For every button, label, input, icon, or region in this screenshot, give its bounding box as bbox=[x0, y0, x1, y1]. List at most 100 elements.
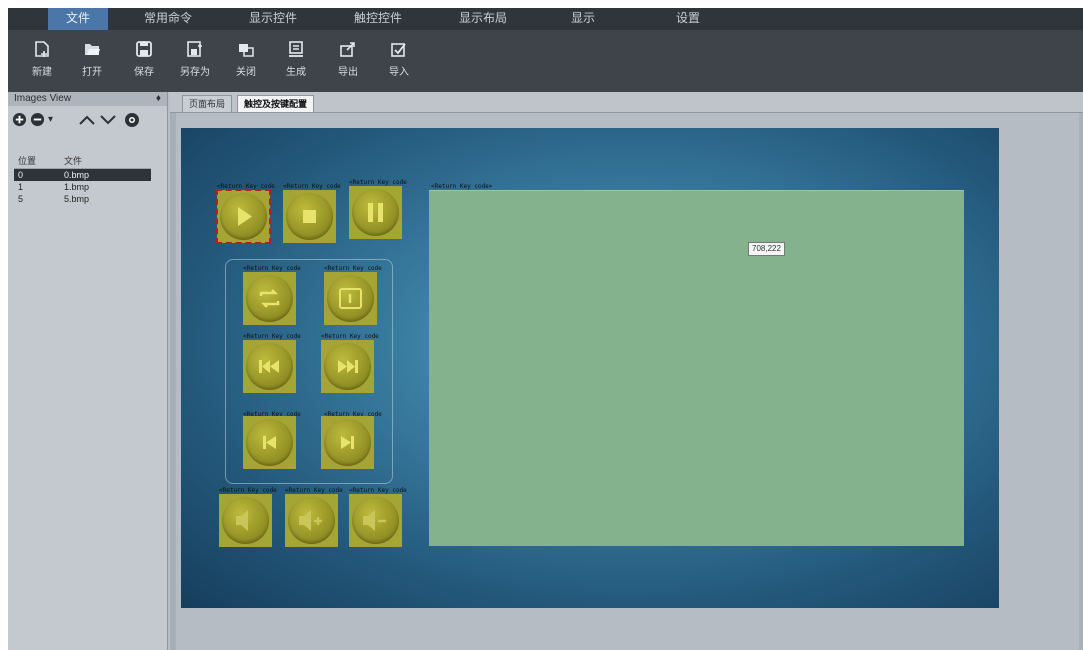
panel-title: Images View bbox=[14, 93, 72, 104]
export-button[interactable]: 导出 bbox=[328, 34, 368, 90]
stop-button[interactable] bbox=[283, 190, 336, 243]
fast-rewind-button-face bbox=[246, 343, 293, 390]
row-file: 5.bmp bbox=[64, 194, 90, 204]
open-label: 打开 bbox=[82, 67, 102, 78]
menu-tab-common-commands[interactable]: 常用命令 bbox=[128, 8, 208, 30]
remove-dropdown-icon[interactable]: ▾ bbox=[48, 110, 53, 130]
menu-tab-touch-controls[interactable]: 触控控件 bbox=[338, 8, 418, 30]
repeat-icon bbox=[259, 289, 280, 308]
export-icon bbox=[340, 42, 355, 57]
repeat-one-button[interactable] bbox=[324, 272, 377, 325]
app-window: 文件 常用命令 显示控件 触控控件 显示布局 显示 设置 新建 打开 保存 另存… bbox=[8, 8, 1083, 650]
save-button[interactable]: 保存 bbox=[124, 34, 164, 90]
play-icon bbox=[238, 207, 252, 226]
vertical-ruler bbox=[170, 113, 176, 650]
panel-header: Images View ♦ bbox=[8, 92, 167, 106]
play-button[interactable] bbox=[216, 189, 271, 244]
generate-button[interactable]: 生成 bbox=[276, 34, 316, 90]
ribbon-toolbar: 新建 打开 保存 另存为 关闭 生成 导出 导入 bbox=[8, 30, 1083, 92]
column-header-position: 位置 bbox=[18, 156, 37, 166]
generate-icon bbox=[289, 41, 303, 57]
save-as-button[interactable]: 另存为 bbox=[175, 34, 215, 90]
row-position: 1 bbox=[18, 182, 24, 192]
generate-label: 生成 bbox=[286, 67, 306, 78]
mute-button-face bbox=[222, 497, 269, 544]
repeat-one-icon bbox=[339, 288, 362, 309]
row-position: 5 bbox=[18, 194, 24, 204]
menu-tab-display-controls[interactable]: 显示控件 bbox=[233, 8, 313, 30]
fast-forward-button[interactable] bbox=[321, 340, 374, 393]
new-button[interactable]: 新建 bbox=[22, 34, 62, 90]
row-file: 0.bmp bbox=[64, 170, 90, 180]
save-as-icon bbox=[187, 41, 202, 57]
move-down-icon[interactable] bbox=[99, 112, 117, 132]
coordinate-readout: 708,222 bbox=[748, 242, 785, 256]
rewind-icon bbox=[259, 360, 279, 373]
fast-forward-icon bbox=[338, 360, 358, 373]
close-project-icon bbox=[239, 44, 254, 57]
fast-rewind-button[interactable] bbox=[243, 340, 296, 393]
table-row[interactable]: 0 0.bmp bbox=[14, 169, 151, 181]
repeat-button[interactable] bbox=[243, 272, 296, 325]
column-header-file: 文件 bbox=[64, 156, 83, 166]
pause-icon bbox=[368, 203, 383, 222]
tab-page-layout[interactable]: 页面布局 bbox=[182, 95, 233, 112]
vertical-scrollbar[interactable] bbox=[1079, 113, 1083, 650]
menu-tab-settings[interactable]: 设置 bbox=[658, 8, 718, 30]
panel-pin-icon[interactable]: ♦ bbox=[156, 92, 161, 106]
row-file: 1.bmp bbox=[64, 182, 90, 192]
document-tab-bar: 页面布局 触控及按键配置 bbox=[170, 92, 1083, 113]
move-up-icon[interactable] bbox=[78, 112, 96, 132]
new-label: 新建 bbox=[32, 67, 52, 78]
save-as-label: 另存为 bbox=[180, 67, 210, 78]
menu-tab-display-layout[interactable]: 显示布局 bbox=[443, 8, 523, 30]
images-view-panel: Images View ♦ ▾ 位置 文件 0 0.bmp 1 1.bmp 5 … bbox=[8, 92, 168, 650]
table-header: 位置 文件 bbox=[14, 155, 151, 169]
menu-bar: 文件 常用命令 显示控件 触控控件 显示布局 显示 设置 bbox=[8, 8, 1083, 30]
next-track-button[interactable] bbox=[321, 416, 374, 469]
volume-down-icon bbox=[363, 510, 386, 531]
volume-up-button-face bbox=[288, 497, 335, 544]
add-image-icon[interactable] bbox=[12, 112, 27, 132]
repeat-button-face bbox=[246, 275, 293, 322]
stop-icon bbox=[303, 210, 316, 223]
close-project-label: 关闭 bbox=[236, 67, 256, 78]
stop-button-face bbox=[286, 193, 333, 240]
play-button-face bbox=[220, 193, 267, 240]
touch-display-area[interactable]: 708,222 bbox=[429, 190, 964, 546]
volume-up-icon bbox=[299, 510, 322, 531]
volume-down-button-face bbox=[352, 497, 399, 544]
panel-toolbar: ▾ bbox=[8, 108, 167, 136]
pause-button[interactable] bbox=[349, 186, 402, 239]
tab-touch-key-config[interactable]: 触控及按键配置 bbox=[237, 95, 315, 112]
mute-button[interactable] bbox=[219, 494, 272, 547]
open-folder-icon bbox=[85, 44, 100, 55]
fast-forward-button-face bbox=[324, 343, 371, 390]
import-label: 导入 bbox=[389, 67, 409, 78]
open-button[interactable]: 打开 bbox=[72, 34, 112, 90]
import-button[interactable]: 导入 bbox=[379, 34, 419, 90]
new-file-icon bbox=[35, 41, 49, 57]
remove-image-icon[interactable] bbox=[30, 112, 45, 132]
skip-previous-icon bbox=[263, 436, 276, 449]
row-position: 0 bbox=[18, 170, 24, 180]
export-label: 导出 bbox=[338, 67, 358, 78]
table-row[interactable]: 1 1.bmp bbox=[14, 181, 151, 193]
mute-icon bbox=[236, 510, 248, 531]
menu-tab-file[interactable]: 文件 bbox=[48, 8, 108, 30]
image-file-table: 位置 文件 0 0.bmp 1 1.bmp 5 5.bmp bbox=[14, 155, 151, 205]
pause-button-face bbox=[352, 189, 399, 236]
previous-track-button[interactable] bbox=[243, 416, 296, 469]
menu-tab-display[interactable]: 显示 bbox=[553, 8, 613, 30]
previous-track-button-face bbox=[246, 419, 293, 466]
repeat-one-button-face bbox=[327, 275, 374, 322]
volume-up-button[interactable] bbox=[285, 494, 338, 547]
close-project-button[interactable]: 关闭 bbox=[226, 34, 266, 90]
table-row[interactable]: 5 5.bmp bbox=[14, 193, 151, 205]
preview-eye-icon[interactable] bbox=[124, 112, 140, 132]
volume-down-button[interactable] bbox=[349, 494, 402, 547]
save-label: 保存 bbox=[134, 67, 154, 78]
save-icon bbox=[136, 41, 152, 57]
design-canvas[interactable]: <Return Key code <Return Key code <Retur… bbox=[181, 128, 999, 608]
import-icon bbox=[391, 43, 406, 57]
